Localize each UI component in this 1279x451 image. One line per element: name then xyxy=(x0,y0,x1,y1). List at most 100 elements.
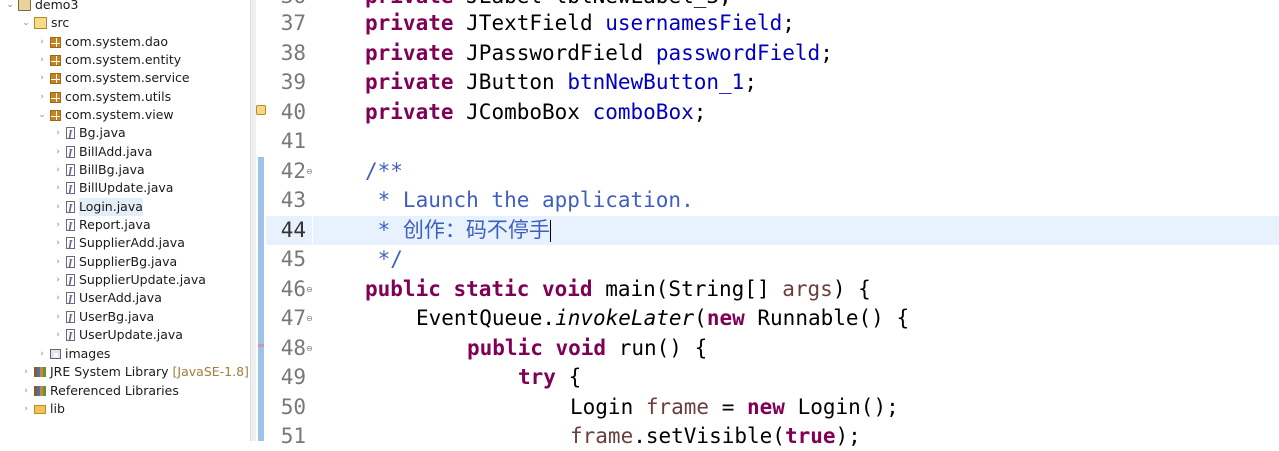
chevron-right-icon[interactable]: › xyxy=(36,51,48,69)
line-number: 49 xyxy=(280,365,306,389)
code-line[interactable]: EventQueue.invokeLater(new Runnable() { xyxy=(416,304,909,333)
code-line[interactable]: Login frame = new Login(); xyxy=(570,393,899,422)
chevron-right-icon[interactable]: › xyxy=(52,179,64,197)
code-token: * 创作：码不停手 xyxy=(365,218,550,242)
chevron-down-icon[interactable]: ⌄ xyxy=(20,14,32,32)
tree-item-package[interactable]: › com.system.entity xyxy=(36,51,181,69)
chevron-right-icon[interactable]: › xyxy=(52,308,64,326)
code-line-current[interactable]: * 创作：码不停手 xyxy=(365,216,551,245)
tree-item-file[interactable]: › Bg.java xyxy=(52,124,126,144)
tree-item-file[interactable]: › BillBg.java xyxy=(52,161,144,181)
code-token: Login xyxy=(570,395,646,419)
chevron-right-icon[interactable]: › xyxy=(36,345,48,363)
code-token: EventQueue. xyxy=(416,306,556,330)
chevron-right-icon[interactable]: › xyxy=(52,198,64,216)
code-line[interactable]: * Launch the application. xyxy=(365,186,694,215)
code-line[interactable]: private JPasswordField passwordField; xyxy=(365,39,833,68)
tree-item-file[interactable]: › SupplierBg.java xyxy=(52,253,178,273)
code-token: Login(); xyxy=(784,395,899,419)
tree-item-referenced-libraries[interactable]: › Referenced Libraries xyxy=(20,382,179,400)
line-number: 50 xyxy=(280,395,306,419)
tree-item-package[interactable]: ⌄ com.system.view xyxy=(36,106,174,124)
tree-item-label: Login.java xyxy=(79,198,143,216)
java-file-icon xyxy=(66,200,75,218)
tree-item-file[interactable]: › UserAdd.java xyxy=(52,289,162,309)
code-line[interactable]: public static void main(String[] args) { xyxy=(365,275,871,304)
chevron-down-icon[interactable]: ⌄ xyxy=(4,0,16,14)
tree-item-file[interactable]: › SupplierAdd.java xyxy=(52,234,185,254)
chevron-right-icon[interactable]: › xyxy=(20,400,32,418)
tree-item-label: com.system.entity xyxy=(65,52,182,67)
code-line[interactable]: */ xyxy=(365,245,403,274)
code-line[interactable]: frame.setVisible(true); xyxy=(570,422,861,451)
code-token: = xyxy=(709,395,748,419)
tree-item-file[interactable]: › BillAdd.java xyxy=(52,143,152,163)
source-folder-icon xyxy=(34,17,47,29)
tree-item-file[interactable]: › BillUpdate.java xyxy=(52,179,173,199)
tree-item-label: Report.java xyxy=(79,217,151,232)
tree-item-file[interactable]: › SupplierUpdate.java xyxy=(52,271,206,291)
code-line[interactable]: private JButton btnNewButton_1; xyxy=(365,68,757,97)
chevron-right-icon[interactable]: › xyxy=(52,124,64,142)
fold-toggle-icon[interactable]: ⊖ xyxy=(306,334,313,363)
code-token: frame xyxy=(645,395,710,419)
tree-item-file-selected[interactable]: › Login.java xyxy=(52,198,143,218)
chevron-right-icon[interactable]: › xyxy=(52,161,64,179)
tree-item-lib[interactable]: › lib xyxy=(20,400,65,418)
library-icon xyxy=(34,386,46,396)
tree-item-package[interactable]: › com.system.dao xyxy=(36,33,168,51)
tree-item-images[interactable]: › images xyxy=(36,345,110,363)
code-token: frame xyxy=(570,424,634,448)
chevron-right-icon[interactable]: › xyxy=(52,271,64,289)
code-token: JPasswordField xyxy=(453,41,656,65)
chevron-right-icon[interactable]: › xyxy=(20,382,32,400)
line-number: 48 xyxy=(280,336,306,360)
code-token: { xyxy=(555,365,582,389)
package-icon xyxy=(50,54,61,66)
code-line[interactable]: public void run() { xyxy=(467,334,707,363)
code-token: btnNewButton_1 xyxy=(567,70,745,94)
chevron-right-icon[interactable]: › xyxy=(52,326,64,344)
line-number: 41 xyxy=(280,129,306,153)
tree-item-label: com.system.service xyxy=(65,70,190,85)
tree-item-project[interactable]: ⌄ demo3 xyxy=(4,0,78,14)
chevron-down-icon[interactable]: ⌄ xyxy=(36,106,48,124)
tree-item-label: SupplierBg.java xyxy=(79,254,178,269)
line-number-current: 44 xyxy=(280,218,306,242)
code-token: ); xyxy=(835,424,861,448)
tree-item-package[interactable]: › com.system.utils xyxy=(36,88,171,106)
chevron-right-icon[interactable]: › xyxy=(20,363,32,381)
tree-item-file[interactable]: › UserBg.java xyxy=(52,308,154,328)
code-line[interactable]: private JTextField usernamesField; xyxy=(365,9,795,38)
chevron-right-icon[interactable]: › xyxy=(36,88,48,106)
code-line[interactable]: try { xyxy=(518,363,581,392)
fold-toggle-icon[interactable]: ⊖ xyxy=(306,304,313,333)
chevron-right-icon[interactable]: › xyxy=(36,69,48,87)
warning-marker-icon[interactable] xyxy=(256,105,266,115)
package-icon xyxy=(50,91,61,103)
code-line[interactable]: private JComboBox comboBox; xyxy=(365,98,706,127)
tree-item-file[interactable]: › UserUpdate.java xyxy=(52,326,183,346)
chevron-right-icon[interactable]: › xyxy=(52,216,64,234)
package-icon xyxy=(50,109,61,121)
chevron-right-icon[interactable]: › xyxy=(52,289,64,307)
tree-item-package[interactable]: › com.system.service xyxy=(36,69,190,87)
chevron-right-icon[interactable]: › xyxy=(52,253,64,271)
tree-item-label: SupplierAdd.java xyxy=(79,235,185,250)
tree-item-src[interactable]: ⌄ src xyxy=(20,14,69,32)
fold-toggle-icon[interactable]: ⊖ xyxy=(306,275,313,304)
code-line[interactable]: /** xyxy=(365,157,403,186)
tree-item-file[interactable]: › Report.java xyxy=(52,216,151,236)
code-token: JTextField xyxy=(453,11,606,35)
line-number: 47 xyxy=(280,306,306,330)
chevron-right-icon[interactable]: › xyxy=(52,143,64,161)
tree-item-label: com.system.view xyxy=(65,107,174,122)
tree-item-jre[interactable]: › JRE System Library [JavaSE-1.8] xyxy=(20,363,249,381)
fold-toggle-icon[interactable]: ⊖ xyxy=(306,157,313,186)
chevron-right-icon[interactable]: › xyxy=(36,33,48,51)
override-marker-icon xyxy=(258,344,264,347)
code-token: private xyxy=(365,0,454,8)
chevron-right-icon[interactable]: › xyxy=(52,234,64,252)
java-file-icon xyxy=(66,310,75,328)
code-token: private xyxy=(365,100,454,124)
